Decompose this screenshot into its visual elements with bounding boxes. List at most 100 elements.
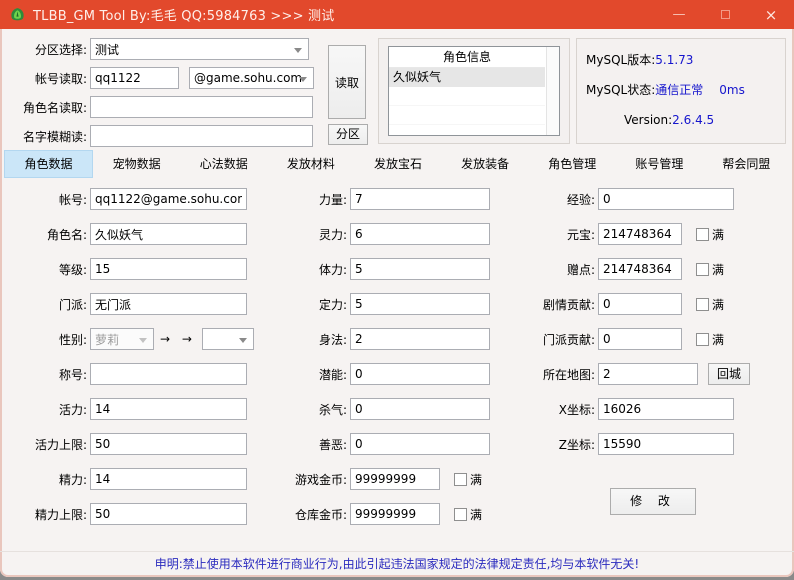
- modify-button[interactable]: 修 改: [610, 488, 696, 515]
- app-version-row: Version:2.6.4.5: [586, 112, 785, 142]
- account-read-input[interactable]: [90, 67, 179, 89]
- agility-field[interactable]: [350, 328, 490, 350]
- story-contrib-row: 剧情贡献: 满: [506, 293, 788, 315]
- rolename-field[interactable]: [90, 223, 247, 245]
- morality-field[interactable]: [350, 433, 490, 455]
- account-read-label: 帐号读取:: [34, 71, 87, 86]
- story-contrib-label: 剧情贡献:: [542, 297, 595, 312]
- title-label: 称号:: [58, 367, 87, 382]
- potential-label: 潜能:: [318, 367, 347, 382]
- partition-button[interactable]: 分区: [328, 124, 368, 145]
- warehouse-gold-label: 仓库金币:: [294, 507, 347, 522]
- listbox-scrollbar[interactable]: [546, 47, 559, 135]
- character-list-item[interactable]: 久似妖气: [389, 68, 545, 87]
- title-field[interactable]: [90, 363, 247, 385]
- max-checkbox-story-contrib-label: 满: [712, 297, 725, 312]
- sect-label: 门派:: [58, 297, 87, 312]
- z-coord-row: Z坐标:: [506, 433, 788, 455]
- account-label: 帐号:: [58, 192, 87, 207]
- read-button[interactable]: 读取: [328, 45, 366, 119]
- max-checkbox-gift-points[interactable]: [696, 262, 709, 276]
- vitality-max-field[interactable]: [90, 433, 247, 455]
- energy-max-field[interactable]: [90, 503, 247, 525]
- rolename-label: 角色名:: [46, 227, 87, 242]
- gender-row: 性别: 萝莉 → →: [8, 328, 254, 350]
- killing-intent-row: 杀气:: [274, 398, 502, 420]
- max-checkbox-yuanbao[interactable]: [696, 227, 709, 241]
- vitality-row: 活力:: [8, 398, 254, 420]
- character-list-empty-row: [389, 87, 545, 106]
- maximize-button[interactable]: [702, 0, 748, 29]
- sect-contrib-field[interactable]: [598, 328, 682, 350]
- tab-role-data[interactable]: 角色数据: [4, 150, 94, 178]
- character-listbox[interactable]: 角色信息 久似妖气: [388, 46, 560, 136]
- x-coord-field[interactable]: [598, 398, 734, 420]
- gender-label: 性别:: [58, 332, 87, 347]
- sect-field[interactable]: [90, 293, 247, 315]
- gender-target-select[interactable]: [201, 328, 254, 350]
- chevron-down-icon: [139, 338, 147, 343]
- strength-field[interactable]: [350, 188, 490, 210]
- maximize-icon: [720, 10, 730, 19]
- vitality-max-label: 活力上限:: [34, 437, 87, 452]
- tab-role-manage[interactable]: 角色管理: [529, 150, 616, 178]
- tab-give-gems[interactable]: 发放宝石: [354, 150, 441, 178]
- return-city-button[interactable]: 回城: [708, 363, 750, 385]
- warehouse-gold-field[interactable]: [350, 503, 440, 525]
- tab-mind-skill-data[interactable]: 心法数据: [180, 150, 267, 178]
- sect-row: 门派:: [8, 293, 254, 315]
- stamina-field[interactable]: [350, 258, 490, 280]
- tab-pet-data[interactable]: 宠物数据: [93, 150, 180, 178]
- yuanbao-field[interactable]: [598, 223, 682, 245]
- gift-points-label: 赠点:: [566, 262, 595, 277]
- max-checkbox-story-contrib[interactable]: [696, 297, 709, 311]
- mysql-latency: 0ms: [719, 83, 745, 97]
- app-icon: [11, 8, 24, 21]
- minimize-button[interactable]: —: [656, 0, 702, 29]
- max-checkbox-sect-contrib[interactable]: [696, 332, 709, 346]
- tab-guild-alliance[interactable]: 帮会同盟: [703, 150, 790, 178]
- tab-give-materials[interactable]: 发放材料: [267, 150, 354, 178]
- max-checkbox-warehouse-gold[interactable]: [454, 507, 467, 521]
- z-coord-field[interactable]: [598, 433, 734, 455]
- tab-give-equipment[interactable]: 发放装备: [442, 150, 529, 178]
- game-gold-field[interactable]: [350, 468, 440, 490]
- close-button[interactable]: ×: [748, 0, 794, 29]
- energy-row: 精力:: [8, 468, 254, 490]
- killing-intent-label: 杀气:: [318, 402, 347, 417]
- form-column-middle: 力量: 灵力: 体力: 定力: 身法: 潜能: 杀气: 善恶:: [274, 188, 502, 538]
- app-version-label: Version:: [624, 113, 673, 127]
- max-checkbox-sect-contrib-label: 满: [712, 332, 725, 347]
- spirit-field[interactable]: [350, 223, 490, 245]
- killing-intent-field[interactable]: [350, 398, 490, 420]
- spirit-label: 灵力:: [318, 227, 347, 242]
- tab-account-manage[interactable]: 账号管理: [616, 150, 703, 178]
- exp-field[interactable]: [598, 188, 734, 210]
- gender-select[interactable]: 萝莉: [90, 328, 154, 350]
- map-id-field[interactable]: [598, 363, 698, 385]
- mysql-version-label: MySQL版本:: [586, 53, 656, 67]
- strength-row: 力量:: [274, 188, 502, 210]
- vitality-field[interactable]: [90, 398, 247, 420]
- exp-row: 经验:: [506, 188, 788, 210]
- potential-field[interactable]: [350, 363, 490, 385]
- x-coord-row: X坐标:: [506, 398, 788, 420]
- rolename-read-row: 角色名读取:: [8, 96, 320, 118]
- fuzzy-read-input[interactable]: [90, 125, 313, 147]
- domain-select-value: @game.sohu.com: [194, 71, 303, 85]
- max-checkbox-game-gold[interactable]: [454, 472, 467, 486]
- gift-points-field[interactable]: [598, 258, 682, 280]
- willpower-field[interactable]: [350, 293, 490, 315]
- title-row: 称号:: [8, 363, 254, 385]
- partition-select[interactable]: 测试: [90, 38, 309, 60]
- morality-row: 善恶:: [274, 433, 502, 455]
- energy-label: 精力:: [58, 472, 87, 487]
- level-field[interactable]: [90, 258, 247, 280]
- gender-select-value: 萝莉: [95, 332, 120, 347]
- fuzzy-read-row: 名字模糊读:: [8, 125, 320, 147]
- rolename-read-input[interactable]: [90, 96, 313, 118]
- account-field[interactable]: [90, 188, 247, 210]
- domain-select[interactable]: @game.sohu.com: [189, 67, 314, 89]
- energy-field[interactable]: [90, 468, 247, 490]
- story-contrib-field[interactable]: [598, 293, 682, 315]
